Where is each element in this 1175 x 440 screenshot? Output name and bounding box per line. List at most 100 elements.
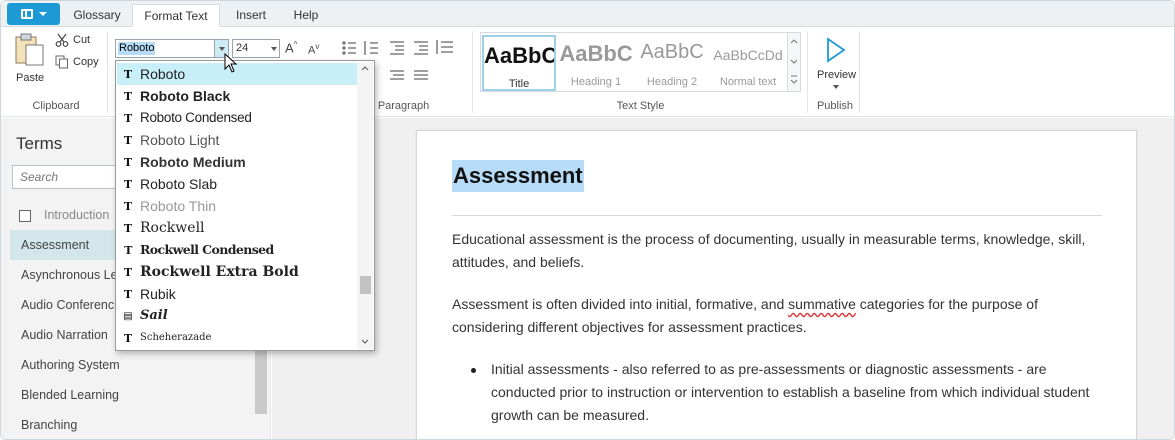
- tab-help[interactable]: Help: [282, 4, 330, 27]
- document-page[interactable]: Assessment Educational assessment is the…: [416, 130, 1137, 439]
- style-heading-2[interactable]: AaBbC Heading 2: [635, 35, 709, 91]
- printer-font-icon: ▤: [123, 311, 133, 322]
- style-preview: AaBbC: [484, 43, 554, 68]
- gallery-scrollbar[interactable]: [787, 33, 800, 91]
- publish-group-label: Publish: [816, 100, 854, 112]
- term-label: Blended Learning: [21, 388, 119, 402]
- truetype-icon: T: [123, 90, 133, 103]
- font-option-label: Rockwell Condensed: [140, 242, 274, 257]
- font-option-rockwell-condensed[interactable]: T Rockwell Condensed: [117, 239, 357, 261]
- play-icon: [827, 37, 846, 63]
- font-option-roboto-condensed[interactable]: T Roboto Condensed: [117, 107, 357, 129]
- term-item-authoring-system[interactable]: Authoring System: [10, 350, 255, 380]
- term-label: Introduction: [44, 208, 110, 222]
- preview-button[interactable]: Preview: [813, 35, 859, 91]
- chevron-down-icon: [271, 47, 277, 51]
- font-option-rockwell[interactable]: T Rockwell: [117, 217, 357, 239]
- paragraph-2-text-start: Assessment is often divided into initial…: [452, 296, 789, 312]
- document-area: Assessment Educational assessment is the…: [272, 118, 1174, 439]
- divider: [452, 215, 1102, 216]
- clipboard-group-label: Clipboard: [32, 100, 80, 112]
- text-style-group-label: Text Style: [616, 100, 665, 112]
- copy-button[interactable]: Copy: [55, 55, 99, 69]
- font-option-label: Scheherazade: [140, 332, 212, 343]
- font-name-select[interactable]: Roboto: [115, 39, 229, 58]
- font-option-sail[interactable]: ▤ Sail: [117, 305, 357, 327]
- style-heading-1[interactable]: AaBbC Heading 1: [559, 35, 633, 91]
- font-option-label: Roboto: [140, 66, 186, 82]
- truetype-icon: T: [123, 156, 133, 169]
- font-size-select[interactable]: 24: [232, 39, 280, 58]
- font-option-label: Roboto Light: [140, 132, 220, 148]
- font-option-label: Roboto Slab: [140, 176, 218, 192]
- app-menu-icon: [20, 9, 33, 19]
- font-list-scrollbar[interactable]: [357, 62, 373, 349]
- chevron-down-icon: [833, 85, 839, 89]
- style-caption: Heading 1: [570, 76, 622, 88]
- tab-insert[interactable]: Insert: [220, 4, 282, 27]
- divider: [859, 31, 860, 113]
- font-option-label: Sail: [140, 308, 168, 323]
- font-option-label: Rubik: [140, 286, 176, 302]
- term-item-blended-learning[interactable]: Blended Learning: [10, 380, 255, 410]
- misspelled-word[interactable]: summative: [788, 296, 856, 312]
- style-preview: AaBbCcDd: [713, 47, 783, 63]
- font-option-roboto-medium[interactable]: T Roboto Medium: [117, 151, 357, 173]
- font-option-label: Roboto Thin: [140, 198, 217, 214]
- cut-label: Cut: [73, 34, 91, 46]
- font-dropdown-list[interactable]: T Roboto T Roboto Black T Roboto Condens…: [115, 60, 375, 351]
- font-option-rockwell-extra-bold[interactable]: T Rockwell Extra Bold: [117, 261, 357, 283]
- preview-label: Preview: [817, 69, 857, 81]
- font-option-label: Rockwell Extra Bold: [140, 264, 299, 280]
- truetype-icon: T: [124, 112, 132, 125]
- font-option-roboto-black[interactable]: T Roboto Black: [117, 85, 357, 107]
- paragraph-1[interactable]: Educational assessment is the process of…: [452, 228, 1092, 274]
- clipboard-icon: [15, 33, 44, 66]
- font-option-roboto-light[interactable]: T Roboto Light: [117, 129, 357, 151]
- truetype-icon: T: [123, 68, 133, 81]
- ribbon-tab-bar: Glossary Format Text Insert Help: [1, 1, 1174, 27]
- grow-font-button[interactable]: A^: [285, 40, 297, 55]
- scissors-icon: [55, 33, 69, 47]
- chevron-down-icon: [219, 47, 225, 51]
- terms-title: Terms: [16, 134, 63, 153]
- font-option-roboto-thin[interactable]: T Roboto Thin: [117, 195, 357, 217]
- truetype-icon: T: [123, 222, 133, 235]
- style-title[interactable]: AaBbC Title: [482, 35, 556, 91]
- divider: [472, 31, 473, 113]
- term-label: Audio Narration: [21, 328, 108, 342]
- tab-glossary[interactable]: Glossary: [62, 4, 132, 27]
- cut-button[interactable]: Cut: [55, 33, 90, 47]
- truetype-icon: T: [123, 134, 133, 147]
- shrink-font-button[interactable]: Av: [308, 42, 319, 57]
- font-option-scheherazade[interactable]: T Scheherazade: [117, 327, 357, 349]
- bullet-item-1[interactable]: Initial assessments - also referred to a…: [491, 358, 1091, 427]
- paste-button[interactable]: Paste: [11, 31, 49, 87]
- tab-format-text[interactable]: Format Text: [132, 4, 220, 27]
- style-preview: AaBbC: [559, 41, 633, 66]
- style-caption: Normal text: [719, 76, 777, 88]
- font-option-roboto-slab[interactable]: T Roboto Slab: [117, 173, 357, 195]
- paste-label: Paste: [16, 72, 45, 84]
- font-option-label: Roboto Black: [140, 88, 231, 104]
- gallery-scroll-arrows: [790, 39, 798, 84]
- mouse-cursor-icon: [224, 53, 238, 73]
- font-option-label: Roboto Condensed: [140, 110, 252, 125]
- paragraph-2[interactable]: Assessment is often divided into initial…: [452, 293, 1092, 339]
- truetype-icon: T: [123, 266, 133, 279]
- copy-icon: [55, 55, 68, 69]
- font-option-rubik[interactable]: T Rubik: [117, 283, 357, 305]
- font-option-label: Rockwell: [140, 220, 205, 236]
- style-preview: AaBbC: [640, 41, 704, 63]
- term-label: Authoring System: [21, 358, 120, 372]
- app-menu-button[interactable]: [7, 3, 60, 25]
- bullet-marker: [471, 368, 476, 373]
- style-normal-text[interactable]: AaBbCcDd Normal text: [711, 35, 785, 91]
- document-title[interactable]: Assessment: [452, 160, 584, 192]
- copy-label: Copy: [73, 56, 99, 68]
- term-label: Assessment: [21, 238, 90, 252]
- term-item-branching[interactable]: Branching: [10, 410, 255, 439]
- font-list-scroll-thumb[interactable]: [360, 276, 371, 294]
- checkbox[interactable]: [19, 210, 31, 222]
- term-label: Branching: [21, 418, 78, 432]
